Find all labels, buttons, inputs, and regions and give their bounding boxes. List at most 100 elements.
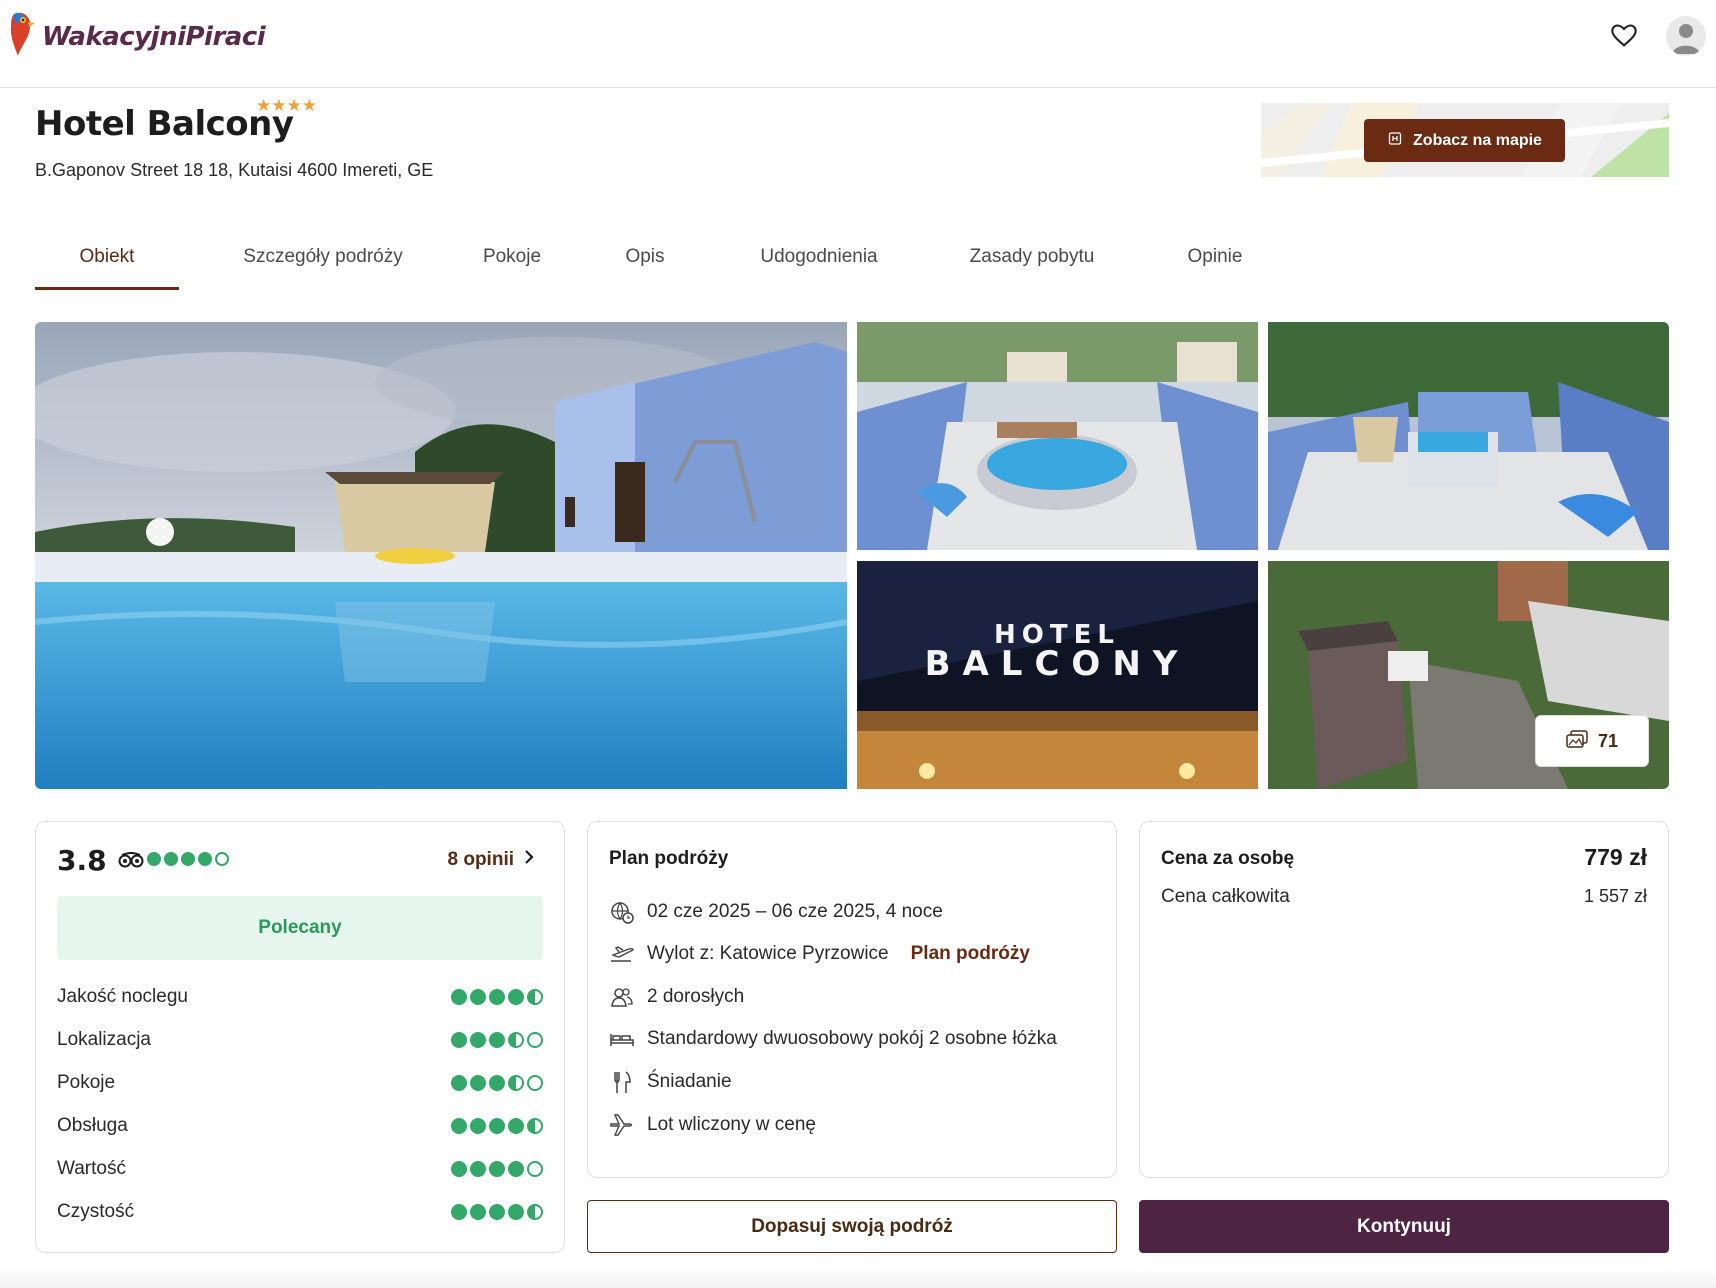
photo-count: 71 <box>1597 730 1619 751</box>
rating-criterion-label: Lokalizacja <box>57 1029 151 1050</box>
plan-room: Standardowy dwuosobowy pokój 2 osobne łó… <box>647 1028 1057 1049</box>
rating-bubble <box>527 1118 543 1134</box>
tripadvisor-icon <box>118 852 144 868</box>
hotel-name: Hotel Balcony <box>35 104 294 144</box>
price-total-label: Cena całkowita <box>1161 886 1290 907</box>
plan-flight-included-row: Lot wliczony w cenę <box>609 1110 816 1140</box>
rating-criterion-label: Wartość <box>57 1158 126 1179</box>
gallery-photo-2[interactable] <box>857 322 1258 550</box>
rating-bubble <box>164 852 178 866</box>
user-icon[interactable] <box>1666 16 1706 56</box>
plan-flight: Wylot z: Katowice Pyrzowice <box>647 943 889 964</box>
rating-bubble <box>489 1204 505 1220</box>
tripadvisor-bubbles <box>147 852 229 866</box>
continue-button[interactable]: Kontynuuj <box>1139 1200 1669 1253</box>
hotel-map-icon <box>1387 130 1403 151</box>
plan-board-row: Śniadanie <box>609 1067 732 1097</box>
rating-value: 3.8 <box>57 844 107 877</box>
show-on-map-button[interactable]: Zobacz na mapie <box>1364 119 1565 162</box>
rating-criterion-bubbles <box>451 1118 543 1134</box>
rating-bubble <box>508 1204 524 1220</box>
rating-bubble <box>215 852 229 866</box>
rating-bubble <box>508 1032 524 1048</box>
rating-bubble <box>527 1075 543 1091</box>
rating-criterion-bubbles <box>451 1161 543 1177</box>
plan-guests: 2 dorosłych <box>647 986 745 1007</box>
section-tabs: Obiekt Szczegóły podróży Pokoje Opis Udo… <box>35 236 1335 290</box>
tab-zasady-pobytu[interactable]: Zasady pobytu <box>952 236 1112 290</box>
rating-bubble <box>470 1161 486 1177</box>
reviews-link[interactable]: 8 opinii <box>448 849 535 871</box>
chevron-right-icon <box>524 849 534 871</box>
rating-bubble <box>508 989 524 1005</box>
rating-bubble <box>489 1032 505 1048</box>
tab-opis[interactable]: Opis <box>610 236 680 290</box>
photos-icon <box>1566 729 1588 753</box>
rating-bubble <box>527 1204 543 1220</box>
hotel-address: B.Gaponov Street 18 18, Kutaisi 4600 Ime… <box>35 160 434 180</box>
trip-plan-card: Plan podróży 02 cze 2025 – 06 cze 2025, … <box>587 821 1117 1178</box>
rating-criterion-label: Pokoje <box>57 1072 116 1093</box>
rating-criterion-bubbles <box>451 1075 543 1091</box>
page-bottom-edge <box>0 1266 1716 1288</box>
rating-bubble <box>470 1118 486 1134</box>
rating-bubble <box>451 1204 467 1220</box>
tab-obiekt[interactable]: Obiekt <box>35 236 179 290</box>
rating-bubble <box>198 852 212 866</box>
plane-takeoff-icon <box>609 941 635 967</box>
rating-criterion-bubbles <box>451 1204 543 1220</box>
rating-card: 3.8 8 opinii Polecany Jakość noclegu Loka… <box>35 821 565 1253</box>
parrot-logo-icon <box>8 10 38 56</box>
rating-bubble <box>470 1204 486 1220</box>
plan-flight-included: Lot wliczony w cenę <box>647 1114 816 1135</box>
rating-bubble <box>470 989 486 1005</box>
rating-bubble <box>508 1075 524 1091</box>
rating-bubble <box>147 852 161 866</box>
rating-bubble <box>508 1118 524 1134</box>
rating-bubble <box>470 1075 486 1091</box>
tab-szczegoly-podrozy[interactable]: Szczegóły podróży <box>211 236 435 290</box>
bed-icon <box>609 1026 635 1052</box>
show-all-photos-button[interactable]: 71 <box>1535 715 1649 767</box>
price-per-person-value: 779 zł <box>1584 844 1647 870</box>
heart-icon[interactable] <box>1610 22 1638 50</box>
tab-udogodnienia[interactable]: Udogodnienia <box>735 236 903 290</box>
plan-guests-row: 2 dorosłych <box>609 982 744 1012</box>
adjust-trip-button[interactable]: Dopasuj swoją podróż <box>587 1200 1117 1253</box>
rating-criterion-bubbles <box>451 989 543 1005</box>
plan-flight-row: Wylot z: Katowice Pyrzowice Plan podróży <box>609 939 1030 969</box>
flight-plan-link[interactable]: Plan podróży <box>911 943 1030 965</box>
rating-criterion-label: Jakość noclegu <box>57 986 188 1007</box>
recommended-badge: Polecany <box>57 896 543 960</box>
plan-room-row: Standardowy dwuosobowy pokój 2 osobne łó… <box>609 1024 1057 1054</box>
rating-criterion-label: Czystość <box>57 1201 135 1222</box>
active-tab-indicator <box>35 287 179 290</box>
show-on-map-label: Zobacz na mapie <box>1413 131 1542 149</box>
gallery-photo-3[interactable] <box>1268 322 1669 550</box>
gallery-photo-4[interactable]: HOTEL BALCONY <box>857 561 1258 789</box>
cutlery-icon <box>609 1069 635 1095</box>
rating-criterion-row: Pokoje <box>57 1068 543 1098</box>
price-card: Cena za osobę 779 zł Cena całkowita 1 55… <box>1139 821 1669 1178</box>
gallery-main-photo[interactable] <box>35 322 847 789</box>
site-logo[interactable]: WakacyjniPiraci <box>8 10 266 56</box>
tab-pokoje[interactable]: Pokoje <box>467 236 557 290</box>
rating-bubble <box>489 1075 505 1091</box>
rating-bubble <box>489 1118 505 1134</box>
rating-bubble <box>451 1161 467 1177</box>
rating-bubble <box>489 989 505 1005</box>
tab-opinie[interactable]: Opinie <box>1165 236 1265 290</box>
plan-dates-row: 02 cze 2025 – 06 cze 2025, 4 noce <box>609 897 943 927</box>
calendar-globe-icon <box>609 899 635 925</box>
rating-bubble <box>527 1161 543 1177</box>
rating-bubble <box>451 989 467 1005</box>
rating-bubble <box>451 1118 467 1134</box>
price-per-person-label: Cena za osobę <box>1161 848 1295 869</box>
top-bar: WakacyjniPiraci <box>0 0 1716 88</box>
rating-criterion-label: Obsługa <box>57 1115 128 1136</box>
plane-icon <box>609 1112 635 1138</box>
logo-text: WakacyjniPiraci <box>42 22 266 52</box>
rating-bubble <box>489 1161 505 1177</box>
plan-title: Plan podróży <box>609 848 729 869</box>
hotel-sign-line2: BALCONY <box>925 644 1190 684</box>
